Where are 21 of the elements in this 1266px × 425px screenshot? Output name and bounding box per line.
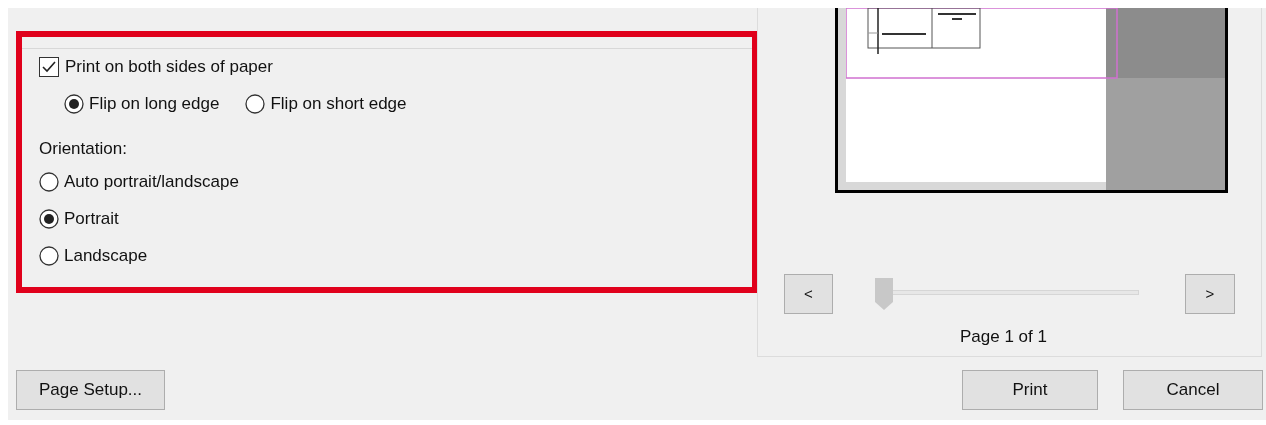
page-slider[interactable] <box>875 278 1139 310</box>
radio-button[interactable] <box>39 209 59 229</box>
radio-button[interactable] <box>39 172 59 192</box>
radio-label[interactable]: Flip on long edge <box>89 91 220 117</box>
radio-label[interactable]: Auto portrait/landscape <box>64 169 239 195</box>
checkbox-label[interactable]: Print on both sides of paper <box>65 54 273 80</box>
section-label: Orientation: <box>39 138 127 161</box>
cancel-button[interactable]: Cancel <box>1123 370 1263 410</box>
radio-button[interactable] <box>39 246 59 266</box>
print-button[interactable]: Print <box>962 370 1098 410</box>
previous-page-button[interactable]: < <box>784 274 833 314</box>
radio-button[interactable] <box>64 94 84 114</box>
page-setup-button[interactable]: Page Setup... <box>16 370 165 410</box>
radio-label[interactable]: Portrait <box>64 206 119 232</box>
next-page-button[interactable]: > <box>1185 274 1235 314</box>
radio-label[interactable]: Landscape <box>64 243 148 269</box>
slider-thumb[interactable] <box>875 278 893 310</box>
radio-button[interactable] <box>245 94 266 114</box>
radio-label[interactable]: Flip on short edge <box>270 91 407 117</box>
page-indicator: Page 1 of 1 <box>959 326 1048 348</box>
checkbox[interactable] <box>39 57 59 77</box>
